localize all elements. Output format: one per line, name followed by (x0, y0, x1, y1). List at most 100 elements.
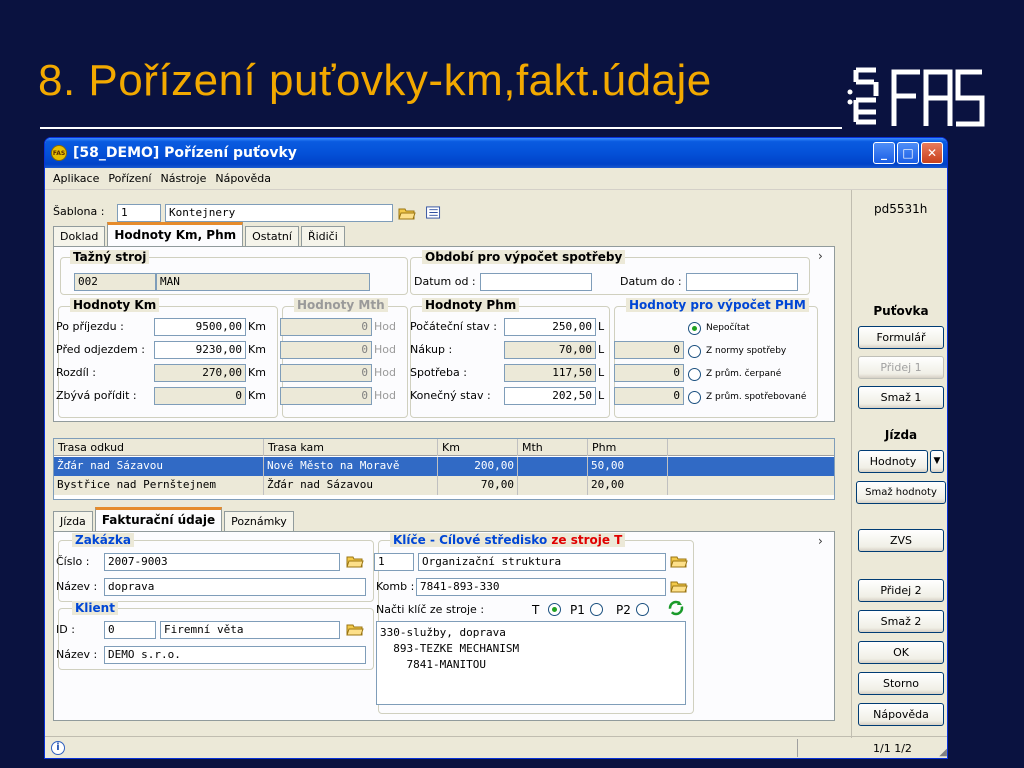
km-odjezd-input[interactable]: 9230,00 (154, 341, 246, 359)
hodnoty-phm-title: Hodnoty Phm (422, 298, 520, 312)
menu-napoveda[interactable]: Nápověda (215, 172, 271, 185)
tazny-stroj-name[interactable]: MAN (156, 273, 370, 291)
app-window: FAS [58_DEMO] Pořízení puťovky _ □ ✕ Apl… (44, 137, 948, 759)
tazny-stroj-code[interactable]: 002 (74, 273, 156, 291)
tab-poznamky[interactable]: Poznámky (224, 511, 294, 531)
komb-input[interactable]: 7841-893-330 (416, 578, 666, 596)
pridej2-button[interactable]: Přidej 2 (858, 579, 944, 602)
jizda-heading: Jízda (884, 428, 918, 442)
tree-node[interactable]: 330-služby, doprava (380, 625, 682, 641)
phm-konecny-input[interactable]: 202,50 (504, 387, 596, 405)
tree-node[interactable]: 893-TEZKE MECHANISM (380, 641, 682, 657)
klient-id-name[interactable]: Firemní věta (160, 621, 340, 639)
chevron-right-icon[interactable]: › (818, 249, 823, 263)
cell-mth (518, 457, 588, 476)
folder-open-icon[interactable] (670, 580, 688, 593)
smaz1-button[interactable]: Smaž 1 (858, 386, 944, 409)
cell-phm: 50,00 (588, 457, 668, 476)
pridej1-button[interactable]: Přidej 1 (858, 356, 944, 379)
zakazka-nazev-input[interactable]: doprava (104, 578, 366, 596)
cell-trasa-kam: Nové Město na Moravě (264, 457, 438, 476)
minimize-button[interactable]: _ (873, 142, 895, 164)
km-unit: Km (248, 366, 266, 379)
col-trasa-odkud[interactable]: Trasa odkud (54, 439, 264, 456)
form-code: pd5531h (874, 202, 928, 216)
radio-nepocitat[interactable] (688, 322, 701, 335)
mth-odjezd-input[interactable]: 0 (280, 341, 372, 359)
obdobi-title: Období pro výpočet spotřeby (422, 250, 626, 264)
tab-ridici[interactable]: Řidiči (300, 226, 345, 246)
resize-grip-icon[interactable]: ◢ (939, 747, 947, 758)
folder-open-icon[interactable] (346, 623, 364, 636)
mth-zbyva-value: 0 (280, 387, 372, 405)
km-rozdil-value: 270,00 (154, 364, 246, 382)
folder-open-icon[interactable] (670, 555, 688, 568)
radio-z-prum-cerpane[interactable] (688, 368, 701, 381)
main-form: Šablona : 1 Kontejnery Doklad Hodnoty Km… (45, 190, 851, 738)
tab-ostatni[interactable]: Ostatní (245, 226, 299, 246)
template-code-input[interactable]: 1 (117, 204, 161, 222)
list-icon[interactable] (425, 206, 443, 219)
napoveda-button[interactable]: Nápověda (858, 703, 944, 726)
radio-stroj-p1[interactable] (590, 603, 603, 616)
col-trasa-kam[interactable]: Trasa kam (264, 439, 438, 456)
tab-fakturacni-udaje[interactable]: Fakturační údaje (94, 507, 223, 531)
tab-hodnoty-km-phm[interactable]: Hodnoty Km, Phm (107, 222, 244, 246)
hodnoty-button[interactable]: Hodnoty (858, 450, 928, 473)
mth-unit: Hod (374, 343, 396, 356)
radio-stroj-t[interactable] (548, 603, 561, 616)
maximize-button[interactable]: □ (897, 142, 919, 164)
tab-jizda[interactable]: Jízda (53, 511, 93, 531)
klient-id-label: ID : (56, 623, 75, 636)
klient-nazev-input[interactable]: DEMO s.r.o. (104, 646, 366, 664)
mth-unit: Hod (374, 366, 396, 379)
radio-z-normy[interactable] (688, 345, 701, 358)
hodnoty-dropdown-button[interactable]: ▼ (930, 450, 944, 473)
zvs-button[interactable]: ZVS (858, 529, 944, 552)
col-km[interactable]: Km (438, 439, 518, 456)
km-prijezd-input[interactable]: 9500,00 (154, 318, 246, 336)
tab-doklad[interactable]: Doklad (53, 226, 106, 246)
phm-pocatecni-input[interactable]: 250,00 (504, 318, 596, 336)
radio-stroj-p2[interactable] (636, 603, 649, 616)
menu-nastroje[interactable]: Nástroje (160, 172, 206, 185)
datum-od-input[interactable] (480, 273, 592, 291)
mth-prijezd-input[interactable]: 0 (280, 318, 372, 336)
storno-button[interactable]: Storno (858, 672, 944, 695)
title-bar: FAS [58_DEMO] Pořízení puťovky _ □ ✕ (45, 138, 947, 168)
minimize-icon: _ (881, 146, 887, 160)
zakazka-cislo-label: Číslo : (56, 555, 90, 568)
folder-open-icon[interactable] (346, 555, 364, 568)
col-mth[interactable]: Mth (518, 439, 588, 456)
template-name-input[interactable]: Kontejnery (165, 204, 393, 222)
radio-z-prum-cerpane-label: Z prům. čerpané (706, 369, 782, 379)
klic-code-input[interactable]: 1 (374, 553, 414, 571)
formular-button[interactable]: Formulář (858, 326, 944, 349)
tree-node[interactable]: 7841-MANITOU (380, 657, 682, 673)
smaz2-button[interactable]: Smaž 2 (858, 610, 944, 633)
table-row[interactable]: Bystřice nad Pernštejnem Žďár nad Sázavo… (54, 476, 834, 495)
phm-label-pocatecni: Počáteční stav : (410, 320, 497, 333)
klient-id-input[interactable]: 0 (104, 621, 156, 639)
menu-aplikace[interactable]: Aplikace (53, 172, 99, 185)
template-label: Šablona : (53, 205, 105, 218)
datum-do-label: Datum do : (620, 275, 682, 288)
ok-button[interactable]: OK (858, 641, 944, 664)
klic-name-input[interactable]: Organizační struktura (418, 553, 666, 571)
slide-title: 8. Pořízení puťovky-km,fakt.údaje (38, 56, 712, 105)
col-phm[interactable]: Phm (588, 439, 668, 456)
menu-porizeni[interactable]: Pořízení (108, 172, 151, 185)
close-button[interactable]: ✕ (921, 142, 943, 164)
table-row[interactable]: Žďár nad Sázavou Nové Město na Moravě 20… (54, 457, 834, 476)
klic-tree-view[interactable]: 330-služby, doprava 893-TEZKE MECHANISM … (376, 621, 686, 705)
refresh-icon[interactable] (668, 600, 684, 616)
smaz-hodnoty-button[interactable]: Smaž hodnoty (856, 481, 946, 504)
folder-open-icon[interactable] (398, 207, 416, 220)
putovka-heading: Puťovka (873, 304, 929, 318)
chevron-right-icon[interactable]: › (818, 534, 823, 548)
radio-z-prum-spotrebovane[interactable] (688, 391, 701, 404)
close-icon: ✕ (926, 146, 938, 160)
zakazka-cislo-input[interactable]: 2007-9003 (104, 553, 340, 571)
mth-unit: Hod (374, 320, 396, 333)
datum-do-input[interactable] (686, 273, 798, 291)
